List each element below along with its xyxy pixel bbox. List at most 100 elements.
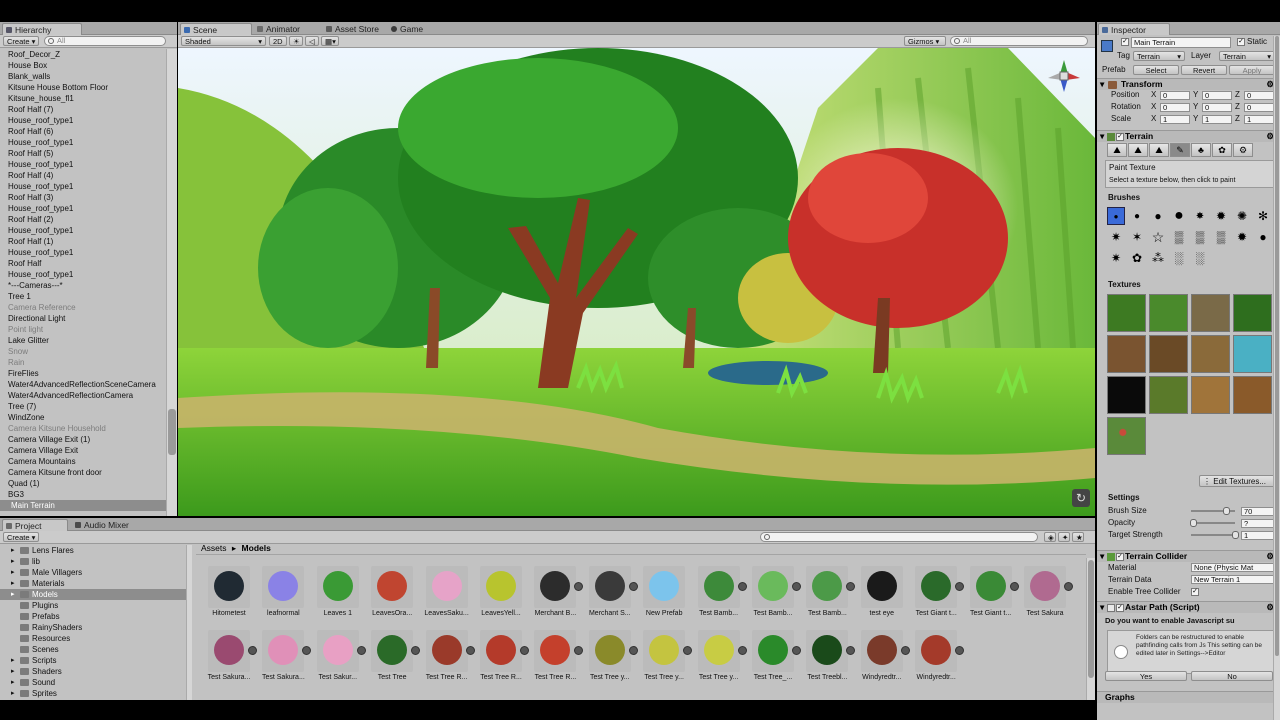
hierarchy-item[interactable]: House_roof_type1 xyxy=(8,115,73,126)
transform-z-field[interactable]: 0 xyxy=(1244,103,1274,112)
transform-z-field[interactable]: 0 xyxy=(1244,91,1274,100)
hierarchy-item[interactable]: Camera Mountains xyxy=(8,456,76,467)
asset-item[interactable]: Test Sakur... xyxy=(313,630,366,683)
brush-option[interactable]: ● xyxy=(1107,207,1125,225)
tab-inspector[interactable]: Inspector xyxy=(1098,23,1170,35)
transform-x-field[interactable]: 0 xyxy=(1160,91,1190,100)
hierarchy-item[interactable]: Kitsune_house_fl1 xyxy=(8,93,74,104)
brush-option[interactable]: ⁂ xyxy=(1149,249,1167,267)
asset-item[interactable]: Windyredtr... xyxy=(911,630,965,683)
asset-item[interactable]: Test Tree R... xyxy=(530,630,584,683)
object-active-checkbox[interactable]: ✓ xyxy=(1121,38,1129,46)
folder-expand-icon[interactable]: ▸ xyxy=(11,545,15,556)
asset-item[interactable]: Test Bamb... xyxy=(694,566,747,619)
folder-expand-icon[interactable]: ▸ xyxy=(11,578,15,589)
expand-asset-arrow-icon[interactable] xyxy=(737,582,747,591)
paint-details-tool-icon[interactable]: ✿ xyxy=(1212,143,1232,157)
brush-option[interactable]: ▒ xyxy=(1191,228,1209,246)
hierarchy-item[interactable]: Directional Light xyxy=(8,313,65,324)
asset-item[interactable]: Test Tree R... xyxy=(476,630,529,683)
hierarchy-item[interactable]: Camera Kitsune front door xyxy=(8,467,102,478)
hierarchy-item[interactable]: House_roof_type1 xyxy=(8,181,73,192)
hierarchy-item[interactable]: House_roof_type1 xyxy=(8,137,73,148)
tab-hierarchy[interactable]: Hierarchy xyxy=(2,23,82,35)
prefab-select-button[interactable]: Select xyxy=(1133,65,1179,75)
asset-item[interactable]: test eye xyxy=(857,566,907,619)
terrain-texture-swatch[interactable] xyxy=(1191,294,1230,332)
asset-scroll-thumb[interactable] xyxy=(1088,560,1094,678)
brush-option[interactable]: ● xyxy=(1128,207,1146,225)
hierarchy-item[interactable]: House Box xyxy=(8,60,47,71)
expand-asset-arrow-icon[interactable] xyxy=(737,646,747,655)
asset-item[interactable]: Test Tree_... xyxy=(748,630,801,683)
tab-animator[interactable]: Animator xyxy=(254,23,324,35)
folder-expand-icon[interactable]: ▸ xyxy=(11,589,15,600)
expand-asset-arrow-icon[interactable] xyxy=(574,582,584,591)
hierarchy-item[interactable]: Point light xyxy=(8,324,43,335)
effects-toggle-icon[interactable]: ▦▾ xyxy=(321,36,339,46)
asset-item[interactable]: Test Tree y... xyxy=(585,630,638,683)
transform-header[interactable]: ▾ Transform ⚙ xyxy=(1097,78,1280,90)
expand-asset-arrow-icon[interactable] xyxy=(955,646,965,655)
opacity-slider[interactable] xyxy=(1190,519,1235,527)
hierarchy-item[interactable]: House_roof_type1 xyxy=(8,203,73,214)
expand-asset-arrow-icon[interactable] xyxy=(628,646,638,655)
hierarchy-create-button[interactable]: Create ▾ xyxy=(3,36,39,46)
hierarchy-item[interactable]: Roof Half (2) xyxy=(8,214,53,225)
breadcrumb-assets[interactable]: Assets xyxy=(201,543,227,553)
folder-item[interactable]: Scenes xyxy=(0,644,186,655)
asset-item[interactable]: Test Sakura... xyxy=(258,630,312,683)
folder-expand-icon[interactable]: ▸ xyxy=(11,677,15,688)
hierarchy-item[interactable]: FireFlies xyxy=(8,368,39,379)
asset-item[interactable]: Hitometest xyxy=(204,566,254,619)
hierarchy-item[interactable]: BG3 xyxy=(8,489,24,500)
opacity-field[interactable]: ? xyxy=(1241,519,1275,528)
transform-z-field[interactable]: 1 xyxy=(1244,115,1274,124)
tab-audio-mixer[interactable]: Audio Mixer xyxy=(72,519,146,531)
asset-item[interactable]: Test Bamb... xyxy=(802,566,856,619)
shading-mode-dropdown[interactable]: Shaded ▾ xyxy=(181,36,266,46)
terrain-texture-swatch[interactable] xyxy=(1107,335,1146,373)
edit-textures-button[interactable]: ⋮ Edit Textures... xyxy=(1199,475,1275,487)
folder-expand-icon[interactable]: ▸ xyxy=(11,655,15,666)
folder-item[interactable]: Resources xyxy=(0,633,186,644)
expand-asset-arrow-icon[interactable] xyxy=(792,582,801,591)
static-checkbox[interactable]: ✓ xyxy=(1237,38,1245,46)
brush-option[interactable]: ✹ xyxy=(1212,207,1230,225)
terrain-texture-swatch[interactable] xyxy=(1233,294,1272,332)
terrain-data-field[interactable]: New Terrain 1 xyxy=(1191,575,1275,584)
scene-orientation-gizmo[interactable] xyxy=(1044,56,1084,96)
slider-thumb[interactable] xyxy=(1223,507,1231,515)
place-trees-tool-icon[interactable]: ♣ xyxy=(1191,143,1211,157)
prefab-apply-button[interactable]: Apply xyxy=(1229,65,1275,75)
hierarchy-scrollbar[interactable] xyxy=(166,49,177,516)
terrain-texture-swatch[interactable] xyxy=(1191,376,1230,414)
folder-item[interactable]: Materials ▸ xyxy=(0,578,186,589)
expand-asset-arrow-icon[interactable] xyxy=(520,646,529,655)
inspector-scrollbar[interactable] xyxy=(1273,36,1280,720)
hierarchy-item[interactable]: Roof Half (1) xyxy=(8,236,53,247)
target-strength-slider[interactable] xyxy=(1191,531,1239,539)
transform-y-field[interactable]: 1 xyxy=(1202,115,1232,124)
folder-item[interactable]: RainyShaders xyxy=(0,622,186,633)
raise-terrain-tool-icon[interactable]: ⛰ xyxy=(1107,143,1127,157)
terrain-texture-swatch[interactable] xyxy=(1149,335,1188,373)
brush-option[interactable]: ● xyxy=(1254,228,1272,246)
asset-item[interactable]: Test Giant t... xyxy=(966,566,1019,619)
asset-item[interactable]: Windyredtr... xyxy=(857,630,910,683)
brush-option[interactable]: ✹ xyxy=(1233,228,1251,246)
transform-y-field[interactable]: 0 xyxy=(1202,91,1232,100)
brush-size-slider[interactable] xyxy=(1191,507,1235,515)
asset-item[interactable]: Test Tree y... xyxy=(639,630,693,683)
asset-item[interactable]: Test Sakura xyxy=(1020,566,1073,619)
hierarchy-item[interactable]: Roof Half (3) xyxy=(8,192,53,203)
collider-enabled-checkbox[interactable]: ✓ xyxy=(1116,553,1124,561)
folder-expand-icon[interactable]: ▸ xyxy=(11,666,15,677)
brush-option[interactable]: ✻ xyxy=(1254,207,1272,225)
expand-asset-arrow-icon[interactable] xyxy=(465,646,475,655)
transform-x-field[interactable]: 0 xyxy=(1160,103,1190,112)
brush-option[interactable]: ✺ xyxy=(1233,207,1251,225)
enable-tree-collider-checkbox[interactable]: ✓ xyxy=(1191,588,1199,596)
terrain-settings-tool-icon[interactable]: ⚙ xyxy=(1233,143,1253,157)
expand-asset-arrow-icon[interactable] xyxy=(792,646,801,655)
